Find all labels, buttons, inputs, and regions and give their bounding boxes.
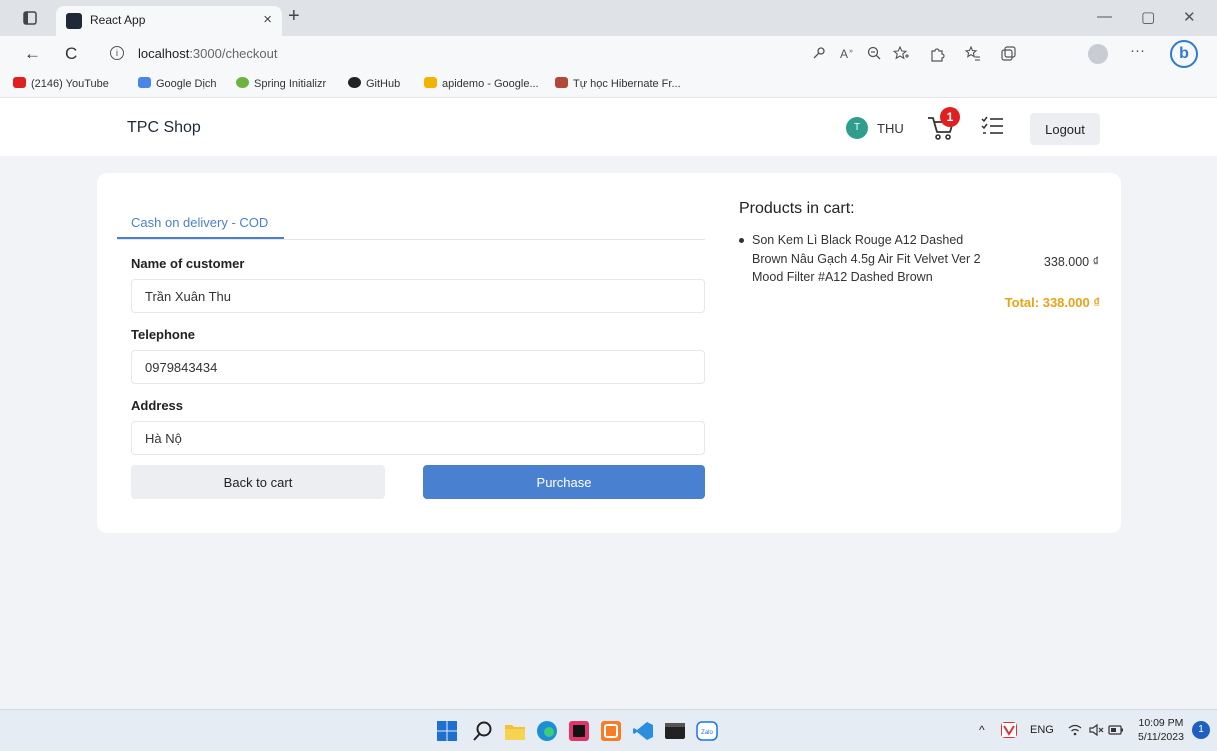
bookmark-label: Spring Initializr [254, 78, 327, 90]
xampp-icon[interactable] [600, 720, 622, 742]
tab-title: React App [90, 13, 146, 27]
app-header: TPC Shop T THU Logout [0, 98, 1217, 156]
clock-date: 5/11/2023 [1138, 731, 1184, 743]
browser-tab-bar: React App × + — ▢ ✕ [0, 0, 1217, 36]
svg-text:»: » [849, 48, 853, 55]
minimize-icon[interactable]: — [1097, 8, 1112, 25]
tab-cash-on-delivery[interactable]: Cash on delivery - COD [117, 213, 284, 239]
customer-name-label: Name of customer [131, 256, 245, 271]
bookmarks-bar: (2146) YouTube Google Dịch Spring Initia… [0, 72, 1217, 98]
reload-icon[interactable]: C [65, 45, 77, 63]
bookmark-label: Google Dịch [156, 78, 217, 90]
url-field[interactable]: i localhost:3000/checkout [108, 41, 968, 67]
tab-divider [117, 239, 705, 240]
collections-icon[interactable] [1000, 46, 1016, 62]
bookmark-label: apidemo - Google... [442, 78, 539, 90]
user-name[interactable]: THU [877, 121, 904, 136]
logout-button[interactable]: Logout [1030, 113, 1100, 145]
extensions-icon[interactable] [929, 46, 945, 62]
volume-muted-icon[interactable] [1088, 722, 1104, 738]
clock-time: 10:09 PM [1138, 717, 1184, 729]
bing-icon[interactable]: b [1170, 40, 1198, 68]
customer-name-input[interactable] [131, 279, 705, 313]
user-avatar[interactable]: T [846, 117, 868, 139]
telephone-label: Telephone [131, 327, 196, 342]
read-aloud-icon[interactable]: A» [840, 46, 856, 60]
zoom-icon[interactable] [867, 46, 881, 60]
bookmark-label: Tự học Hibernate Fr... [573, 78, 681, 90]
search-icon[interactable] [472, 720, 494, 742]
url-host: localhost [138, 46, 190, 61]
telephone-input[interactable] [131, 350, 705, 384]
restore-icon[interactable]: ▢ [1141, 8, 1155, 26]
favorites-icon[interactable] [965, 46, 981, 62]
checkout-card: Cash on delivery - COD Name of customer … [97, 173, 1121, 533]
bookmark-label: GitHub [366, 78, 401, 90]
bookmark-github[interactable]: GitHub [348, 77, 400, 90]
bookmark-label: (2146) YouTube [31, 78, 109, 90]
url-text: localhost:3000/checkout [138, 46, 278, 61]
hibernate-icon [555, 77, 568, 88]
google-translate-icon [138, 77, 151, 88]
list-bullet [739, 238, 744, 243]
windows-taskbar: Zalo ^ ENG 10:09 PM 5/11/2023 1 [0, 709, 1217, 751]
vscode-icon[interactable] [632, 720, 654, 742]
cart-total: Total: 338.000 ₫ [1004, 295, 1100, 310]
cart-count-badge: 1 [940, 107, 960, 127]
edge-icon[interactable] [536, 720, 558, 742]
back-icon[interactable]: ← [24, 45, 41, 63]
address-label: Address [131, 398, 184, 413]
bookmark-apidemo[interactable]: apidemo - Google... [424, 77, 539, 90]
google-drive-icon [424, 77, 437, 88]
file-explorer-icon[interactable] [504, 720, 526, 742]
react-icon [66, 13, 82, 29]
language-indicator[interactable]: ENG [1030, 724, 1054, 736]
bookmark-hibernate[interactable]: Tự học Hibernate Fr... [555, 77, 681, 90]
bookmark-google-dich[interactable]: Google Dịch [138, 77, 217, 90]
chevron-up-icon[interactable]: ^ [979, 723, 985, 737]
key-icon[interactable] [812, 46, 826, 60]
cart-item-name: Son Kem Lì Black Rouge A12 Dashed Brown … [752, 233, 981, 284]
order-list-icon[interactable] [980, 114, 1004, 138]
vietkey-icon[interactable] [1001, 722, 1017, 738]
tab-label: Cash on delivery - COD [131, 215, 269, 230]
terminal-icon[interactable] [664, 720, 686, 742]
bookmark-spring-initializr[interactable]: Spring Initializr [236, 77, 326, 90]
info-icon[interactable]: i [110, 46, 124, 60]
battery-icon[interactable] [1108, 722, 1124, 738]
svg-text:A: A [840, 47, 848, 60]
address-bar: ← C i localhost:3000/checkout A» ··· b [0, 36, 1217, 72]
address-input[interactable] [131, 421, 705, 455]
back-to-cart-button[interactable]: Back to cart [131, 465, 385, 499]
close-tab-icon[interactable]: × [263, 11, 272, 28]
bookmark-youtube[interactable]: (2146) YouTube [13, 77, 109, 90]
windows-start-icon[interactable] [436, 720, 458, 742]
wifi-icon[interactable] [1067, 722, 1083, 738]
brand-logo[interactable]: TPC Shop [127, 119, 201, 137]
profile-avatar[interactable] [1088, 44, 1108, 64]
youtube-icon [13, 77, 26, 88]
zalo-icon[interactable]: Zalo [696, 720, 718, 742]
new-tab-icon[interactable]: + [288, 6, 300, 26]
browser-tab-react-app[interactable]: React App × [56, 6, 282, 36]
cart-item-price: 338.000 ₫ [1043, 255, 1099, 269]
tab-actions-icon[interactable] [20, 8, 40, 28]
add-favorite-icon[interactable] [893, 46, 909, 60]
system-clock[interactable]: 10:09 PM 5/11/2023 [1138, 716, 1184, 744]
more-icon[interactable]: ··· [1130, 43, 1145, 59]
github-icon [348, 77, 361, 88]
zalo-icon-label: Zalo [701, 730, 713, 736]
spring-icon [236, 77, 249, 88]
cart-title: Products in cart: [739, 200, 855, 217]
intellij-icon[interactable] [568, 720, 590, 742]
purchase-button[interactable]: Purchase [423, 465, 705, 499]
close-window-icon[interactable]: ✕ [1183, 8, 1196, 26]
url-path: :3000/checkout [189, 46, 278, 61]
notification-badge[interactable]: 1 [1192, 721, 1210, 739]
